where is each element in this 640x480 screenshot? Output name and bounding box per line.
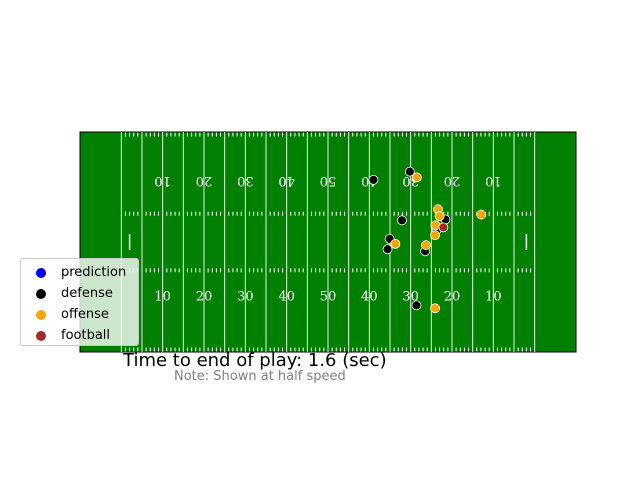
yard-number-bottom: 20 (196, 289, 213, 304)
legend-label-offense: offense (61, 307, 109, 322)
offense-point (411, 172, 422, 183)
yard-number-top: 10 (154, 173, 171, 188)
legend-item-offense: offense (21, 304, 138, 325)
legend-marker-football (36, 330, 46, 341)
legend-label-prediction: prediction (61, 265, 127, 280)
defense-point (397, 215, 407, 226)
yard-number-bottom: 10 (485, 289, 502, 304)
field-lines (120, 132, 536, 352)
offense-point (390, 238, 401, 249)
offense-point (421, 240, 431, 250)
legend-marker-prediction (36, 267, 46, 278)
yard-number-top: 10 (485, 173, 502, 188)
speed-note: Note: Shown at half speed (174, 369, 346, 384)
yard-number-bottom: 30 (237, 289, 254, 304)
yard-number-bottom: 20 (444, 289, 461, 304)
offense-point (434, 211, 445, 222)
legend-item-football: football (21, 325, 138, 346)
yard-number-top: 40 (278, 173, 295, 188)
defense-point (368, 174, 379, 185)
offense-point (430, 230, 440, 241)
yard-number-bottom: 10 (154, 289, 171, 304)
offense-point (476, 209, 487, 220)
legend-marker-offense (36, 309, 46, 320)
yard-number-top: 50 (320, 173, 337, 188)
defense-point (411, 300, 422, 311)
field-chart: 101020203030404050504040303020201010 (79, 131, 577, 353)
time-to-end-label: Time to end of play: 1.6 (sec) (123, 350, 387, 371)
legend-item-prediction: prediction (21, 262, 138, 283)
yard-number-bottom: 40 (361, 289, 378, 304)
legend: prediction defense offense football (20, 258, 139, 346)
yard-number-top: 30 (237, 173, 254, 188)
yard-number-bottom: 40 (278, 289, 295, 304)
legend-item-defense: defense (21, 283, 138, 304)
legend-label-defense: defense (61, 286, 113, 301)
legend-marker-defense (36, 288, 46, 299)
football-point (438, 222, 449, 233)
yard-number-top: 20 (444, 173, 461, 188)
offense-point (430, 303, 440, 314)
legend-label-football: football (61, 328, 111, 343)
yard-number-bottom: 50 (320, 289, 337, 304)
yard-number-top: 20 (196, 173, 213, 188)
defense-point (382, 244, 393, 255)
